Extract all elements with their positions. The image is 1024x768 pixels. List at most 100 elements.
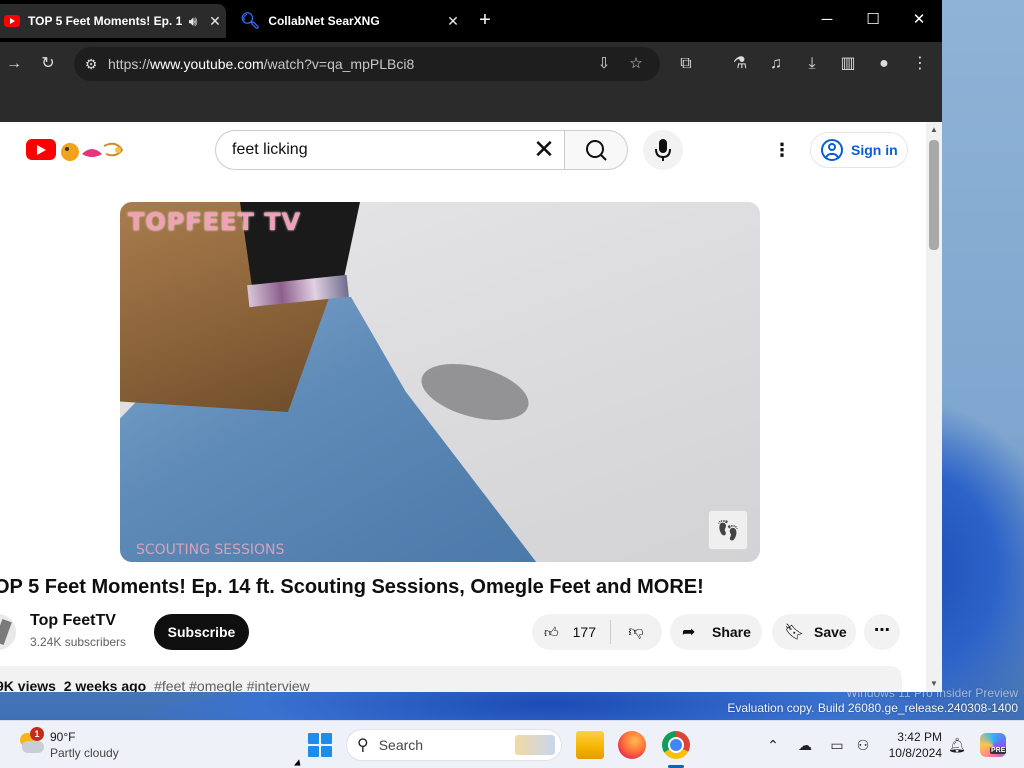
like-divider bbox=[610, 620, 611, 644]
media-control-icon[interactable]: ♫ bbox=[762, 50, 790, 78]
firefox-icon[interactable] bbox=[618, 731, 646, 759]
display-icon[interactable]: ▭ bbox=[826, 733, 848, 757]
subscriber-count: 3.24K subscribers bbox=[30, 635, 127, 649]
more-actions-button[interactable]: ⋯ bbox=[864, 614, 900, 650]
download-icon[interactable]: ⤓ bbox=[798, 50, 826, 78]
labs-flask-icon[interactable]: ⚗ bbox=[726, 50, 754, 78]
maximize-button[interactable]: ☐ bbox=[850, 4, 896, 36]
forward-icon[interactable]: → bbox=[0, 50, 28, 78]
tab-title: TOP 5 Feet Moments! Ep. 1 bbox=[28, 14, 182, 28]
video-player[interactable]: TOPFEET TV SCOUTING SESSIONS 👣︎ bbox=[120, 202, 760, 562]
start-button[interactable] bbox=[308, 733, 332, 757]
youtube-search-input[interactable] bbox=[232, 141, 522, 159]
like-button[interactable]: 👍︎ 177 bbox=[532, 614, 610, 650]
cloud-offline-icon[interactable]: ☁ bbox=[794, 733, 816, 757]
taskbar-search-label: Search bbox=[378, 737, 424, 753]
scroll-up-icon[interactable]: ▲ bbox=[930, 126, 938, 134]
scroll-down-icon[interactable]: ▼ bbox=[930, 680, 938, 688]
clock[interactable]: 3:42 PM 10/8/2024 bbox=[872, 729, 942, 761]
close-window-button[interactable]: ✕ bbox=[896, 4, 942, 36]
share-arrow-icon: ➦ bbox=[682, 624, 696, 641]
like-dislike-group: 👍︎ 177 👎︎ bbox=[532, 614, 662, 650]
bookmark-star-icon[interactable]: ☆ bbox=[624, 52, 648, 76]
taskbar-search[interactable]: ⚲ Search bbox=[346, 729, 562, 761]
search-icon bbox=[586, 140, 607, 161]
profile-icon[interactable]: ● bbox=[870, 50, 898, 78]
clear-search-icon[interactable]: ✕ bbox=[531, 136, 557, 163]
save-label: Save bbox=[814, 624, 847, 640]
speaker-icon[interactable]: 🔊︎ bbox=[182, 10, 204, 32]
dislike-button[interactable]: 👎︎ bbox=[612, 614, 660, 650]
weather-condition: Partly cloudy bbox=[50, 746, 119, 760]
settings-menu-icon[interactable]: ⋮ bbox=[770, 139, 794, 161]
youtube-page: ✕ ⋮ Sign in TOPFEET TV SCOUTING SESSIONS… bbox=[0, 122, 926, 692]
thumbs-up-icon: 👍︎ bbox=[544, 623, 559, 640]
video-watermark-footer: SCOUTING SESSIONS bbox=[136, 542, 285, 558]
sign-in-label: Sign in bbox=[851, 142, 898, 158]
like-count: 177 bbox=[572, 624, 596, 640]
description-meta: 9K views 2 weeks ago #feet #omegle #inte… bbox=[0, 678, 310, 692]
channel-avatar[interactable] bbox=[0, 614, 16, 650]
scroll-thumb[interactable] bbox=[929, 140, 939, 250]
tab-title: CollabNet SearXNG bbox=[268, 14, 380, 28]
watermark-build: Evaluation copy. Build 26080.ge_release.… bbox=[727, 701, 1018, 715]
microphone-icon bbox=[655, 139, 671, 161]
video-frame-shadow bbox=[415, 353, 535, 431]
extensions-icon[interactable]: ⧉ bbox=[672, 50, 700, 78]
search-button[interactable] bbox=[564, 130, 628, 170]
file-explorer-icon[interactable] bbox=[576, 731, 604, 759]
share-label: Share bbox=[712, 624, 751, 640]
bookmark-icon: 🔖︎ bbox=[784, 624, 805, 641]
notification-bell-icon[interactable]: 🔔︎ bbox=[946, 733, 968, 757]
browser-window: TOP 5 Feet Moments! Ep. 1 🔊︎ ✕ 🔍︎ Collab… bbox=[0, 0, 942, 692]
chrome-icon[interactable] bbox=[662, 731, 690, 759]
youtube-favicon-icon bbox=[4, 15, 20, 27]
clock-date: 10/8/2024 bbox=[888, 746, 942, 760]
copilot-preview-badge: PRE bbox=[990, 747, 1007, 754]
thumbs-down-icon: 👎︎ bbox=[628, 623, 644, 640]
address-bar[interactable]: ⚙ https://www.youtube.com/watch?v=qa_mpP… bbox=[74, 47, 660, 81]
bookmarks-bar bbox=[0, 86, 942, 122]
search-favicon-icon: 🔍︎ bbox=[240, 13, 261, 30]
video-title: OP 5 Feet Moments! Ep. 14 ft. Scouting S… bbox=[0, 576, 704, 598]
clock-time: 3:42 PM bbox=[897, 730, 942, 744]
youtube-search-box[interactable]: ✕ bbox=[215, 130, 565, 170]
browser-toolbar: → ↻ ⚙ https://www.youtube.com/watch?v=qa… bbox=[0, 42, 942, 86]
weather-widget[interactable]: 1 90°F Partly cloudy bbox=[16, 727, 136, 763]
voice-search-button[interactable] bbox=[643, 130, 683, 170]
weather-badge: 1 bbox=[30, 727, 44, 741]
search-icon: ⚲ bbox=[357, 737, 369, 754]
subscribe-button[interactable]: Subscribe bbox=[154, 614, 249, 650]
close-tab-icon[interactable]: ✕ bbox=[442, 10, 464, 32]
video-watermark-title: TOPFEET TV bbox=[128, 208, 302, 236]
reload-icon[interactable]: ↻ bbox=[34, 50, 62, 78]
view-count: 9K views bbox=[0, 678, 56, 692]
install-app-icon[interactable]: ⇩ bbox=[592, 52, 616, 76]
search-highlight-icon bbox=[515, 735, 555, 755]
browser-menu-icon[interactable]: ⋮ bbox=[906, 50, 934, 78]
taskbar: 1 90°F Partly cloudy ⚲ Search ⌃ ☁ ▭ ⚇ 3:… bbox=[0, 720, 1024, 768]
sign-in-button[interactable]: Sign in bbox=[810, 132, 908, 168]
show-hidden-icons-chevron-icon[interactable]: ⌃ bbox=[762, 733, 784, 757]
page-scrollbar[interactable]: ▲ ▼ bbox=[926, 122, 942, 692]
footprint-icon: 👣︎ bbox=[708, 510, 748, 550]
site-info-icon[interactable]: ⚙ bbox=[74, 56, 108, 73]
temperature: 90°F bbox=[50, 730, 76, 744]
tab-youtube[interactable]: TOP 5 Feet Moments! Ep. 1 🔊︎ ✕ bbox=[0, 4, 226, 38]
network-icon[interactable]: ⚇ bbox=[852, 733, 874, 757]
share-button[interactable]: ➦ Share bbox=[670, 614, 762, 650]
upload-age: 2 weeks ago bbox=[63, 678, 147, 692]
new-tab-button[interactable]: + bbox=[474, 8, 496, 34]
account-icon bbox=[821, 139, 843, 161]
youtube-doodle-icon[interactable] bbox=[58, 136, 128, 164]
tab-searxng[interactable]: 🔍︎ CollabNet SearXNG ✕ bbox=[232, 4, 464, 38]
save-button[interactable]: 🔖︎ Save bbox=[772, 614, 856, 650]
hashtags[interactable]: #feet #omegle #interview bbox=[154, 678, 310, 692]
youtube-logo-icon[interactable] bbox=[26, 139, 56, 160]
tab-strip: TOP 5 Feet Moments! Ep. 1 🔊︎ ✕ 🔍︎ Collab… bbox=[0, 0, 942, 42]
side-panel-icon[interactable]: ▥ bbox=[834, 50, 862, 78]
minimize-button[interactable]: ─ bbox=[804, 4, 850, 36]
channel-name[interactable]: Top FeetTV bbox=[30, 612, 116, 630]
close-tab-icon[interactable]: ✕ bbox=[204, 10, 226, 32]
url-text: https://www.youtube.com/watch?v=qa_mpPLB… bbox=[108, 56, 415, 72]
